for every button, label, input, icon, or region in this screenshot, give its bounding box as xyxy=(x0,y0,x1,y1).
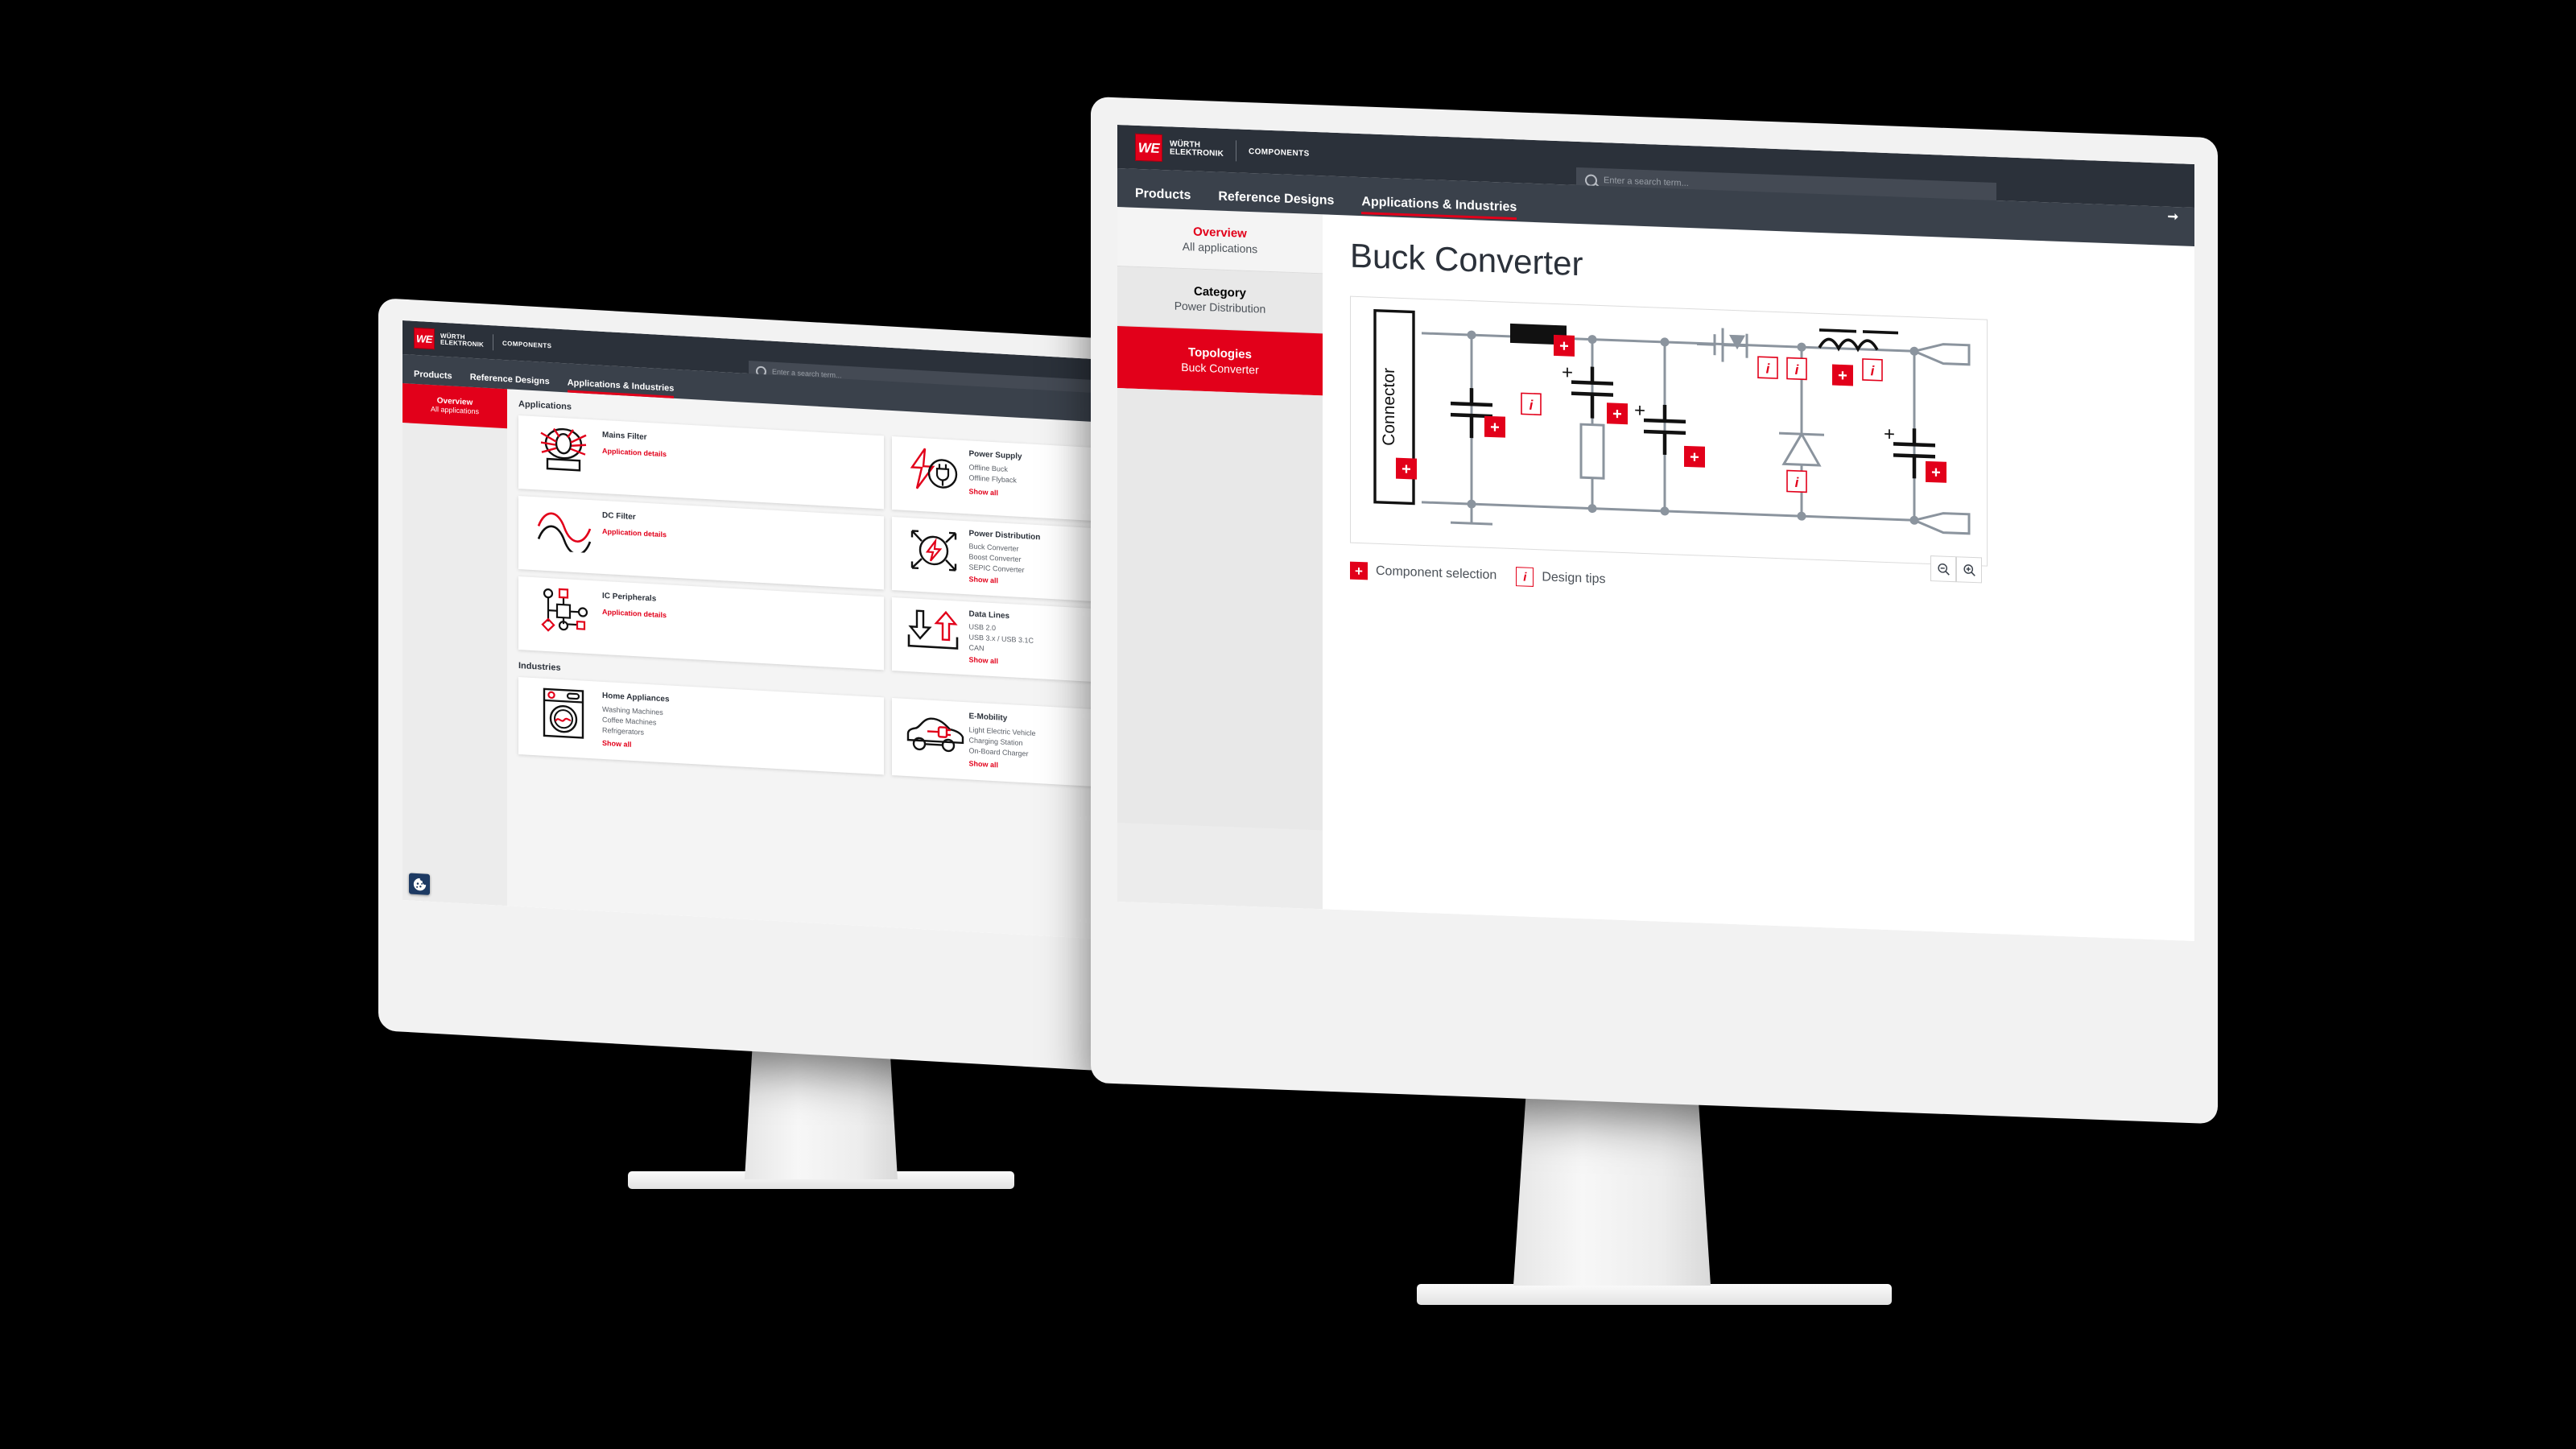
nav-item-applications-industries[interactable]: Applications & Industries xyxy=(1361,195,1517,215)
svg-text:Connector: Connector xyxy=(1380,368,1398,447)
nav-item-products[interactable]: Products xyxy=(1135,187,1191,204)
svg-text:+: + xyxy=(1931,464,1941,481)
card-ic-peripherals[interactable]: IC Peripherals Application details xyxy=(518,576,884,671)
buck-converter-schematic: Connector + + + +++ +++ + ii i ii xyxy=(1373,308,1971,535)
front-monitor-foot xyxy=(1417,1284,1892,1305)
card-home-appliances-meta: Home Appliances Washing Machines Coffee … xyxy=(602,688,877,762)
brand-line-2: ELEKTRONIK xyxy=(1170,147,1224,159)
front-sidebar: Overview All applications Category Power… xyxy=(1117,207,1323,910)
card-dc-filter-meta: DC Filter Application details xyxy=(602,507,877,551)
zoom-in-button[interactable] xyxy=(1956,556,1982,584)
power-plug-bolt-icon xyxy=(898,443,969,497)
nav-item-applications-industries[interactable]: Applications & Industries xyxy=(568,378,675,393)
diagram-legend: + Component selection i Design tips xyxy=(1350,561,2167,610)
diagram-zoom-controls xyxy=(1930,555,1982,584)
we-logo-letters: WE xyxy=(416,332,432,345)
screenshot-stage: WE WÜRTH ELEKTRONIK COMPONENTS Enter a s… xyxy=(0,0,2576,1449)
card-mains-filter-meta: Mains Filter Application details xyxy=(602,427,877,470)
sidebar-filler xyxy=(1117,388,1323,831)
rear-brand-logo[interactable]: WE WÜRTH ELEKTRONIK COMPONENTS xyxy=(414,327,552,357)
front-monitor-screen: WE WÜRTH ELEKTRONIK COMPONENTS Enter a s… xyxy=(1117,125,2194,942)
common-mode-choke-icon xyxy=(525,422,602,476)
zoom-out-button[interactable] xyxy=(1930,555,1956,583)
brand-components-label: COMPONENTS xyxy=(1249,147,1310,159)
front-body: Overview All applications Category Power… xyxy=(1117,207,2194,942)
data-transfer-arrows-icon xyxy=(898,604,969,658)
svg-text:+: + xyxy=(1490,419,1500,436)
cookie-settings-icon[interactable] xyxy=(409,873,430,895)
card-mains-filter[interactable]: Mains Filter Application details xyxy=(518,415,884,510)
card-ic-peripherals-meta: IC Peripherals Application details xyxy=(602,588,877,631)
sidebar-item-overview[interactable]: Overview All applications xyxy=(1117,207,1323,275)
svg-text:+: + xyxy=(1612,406,1622,423)
search-icon xyxy=(1585,173,1600,188)
front-monitor-neck xyxy=(1513,1075,1711,1286)
sidebar-item-topologies[interactable]: Topologies Buck Converter xyxy=(1117,326,1323,396)
electric-car-icon xyxy=(898,704,969,763)
brand-components-label: COMPONENTS xyxy=(502,339,552,349)
svg-text:+: + xyxy=(1838,367,1847,385)
we-logo-letters: WE xyxy=(1137,139,1160,156)
card-home-appliances[interactable]: Home Appliances Washing Machines Coffee … xyxy=(518,677,884,775)
front-brand-logo[interactable]: WE WÜRTH ELEKTRONIK COMPONENTS xyxy=(1135,133,1310,167)
rear-sidebar: Overview All applications xyxy=(402,383,507,906)
nav-item-products[interactable]: Products xyxy=(414,369,452,382)
we-logo-mark: WE xyxy=(414,327,435,350)
front-site-root: WE WÜRTH ELEKTRONIK COMPONENTS Enter a s… xyxy=(1117,125,2194,942)
nav-item-reference-designs[interactable]: Reference Designs xyxy=(1218,190,1334,208)
ic-peripherals-icon xyxy=(525,583,602,637)
front-content: Buck Converter Connector + + + + + + + +… xyxy=(1323,214,2194,942)
svg-text:+: + xyxy=(1402,460,1411,478)
legend-label-design-tips: Design tips xyxy=(1542,570,1606,587)
svg-text:+: + xyxy=(1562,361,1573,384)
svg-text:+: + xyxy=(1559,337,1569,355)
dc-filter-waveform-icon xyxy=(525,502,602,556)
nav-item-reference-designs[interactable]: Reference Designs xyxy=(470,373,550,387)
brand-line-2: ELEKTRONIK xyxy=(440,338,484,349)
card-dc-filter[interactable]: DC Filter Application details xyxy=(518,496,884,590)
legend-label-component-selection: Component selection xyxy=(1376,564,1497,583)
info-badge-icon: i xyxy=(1516,567,1534,587)
sidebar-item-overview[interactable]: Overview All applications xyxy=(402,383,507,429)
svg-text:+: + xyxy=(1690,448,1699,466)
plus-badge-icon: + xyxy=(1350,561,1368,580)
page-title: Buck Converter xyxy=(1350,236,1583,283)
search-submit-arrow-icon[interactable]: ➞ xyxy=(2168,208,2178,225)
svg-text:+: + xyxy=(1884,423,1895,446)
washing-machine-icon xyxy=(525,683,602,742)
sidebar-item-category[interactable]: Category Power Distribution xyxy=(1117,266,1323,334)
power-distribution-icon xyxy=(898,523,969,577)
svg-text:+: + xyxy=(1634,400,1645,423)
we-logo-mark: WE xyxy=(1135,133,1162,163)
circuit-diagram-frame[interactable]: Connector + + + + + + + + + + i i i i i xyxy=(1350,295,1988,584)
